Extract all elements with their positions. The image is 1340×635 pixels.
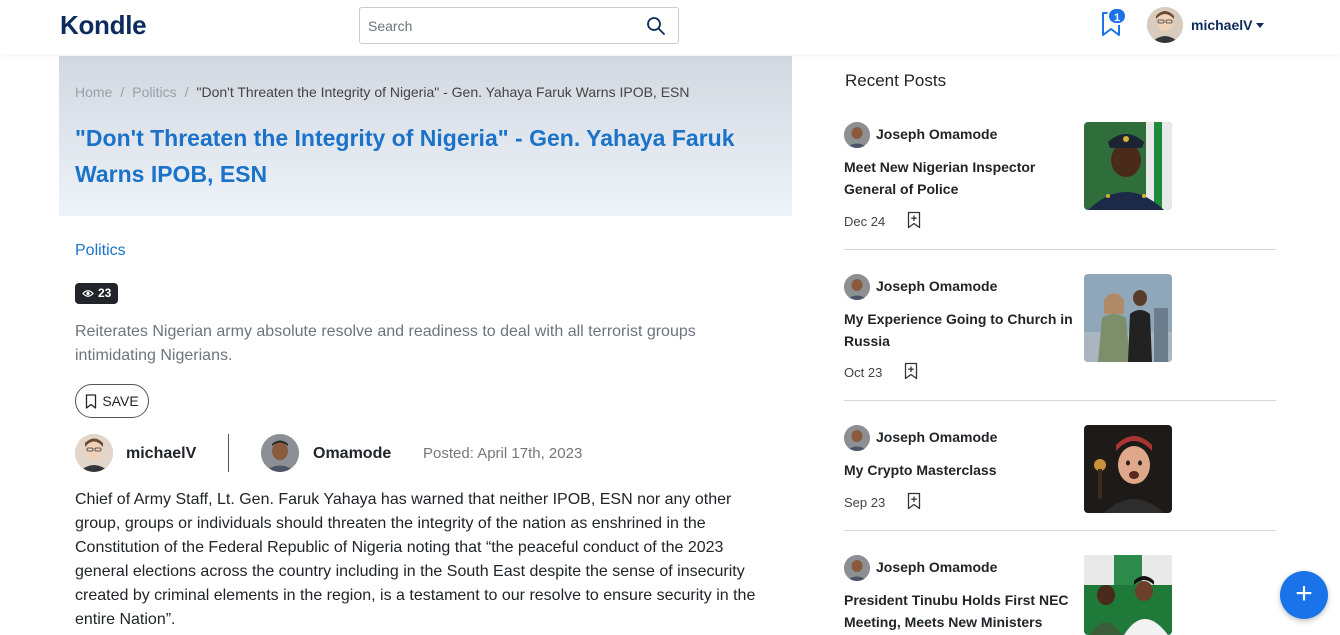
breadcrumb-home[interactable]: Home	[75, 84, 112, 100]
avatar	[1147, 7, 1183, 43]
bookmark-icon	[86, 393, 97, 409]
divider	[228, 434, 229, 472]
post-author[interactable]: Joseph Omamode	[876, 278, 997, 294]
site-logo[interactable]: Kondle	[60, 10, 147, 41]
article-header: Home / Politics / "Don't Threaten the Integr…	[59, 56, 792, 216]
search-input[interactable]	[368, 16, 638, 36]
post-author[interactable]: Joseph Omamode	[876, 559, 997, 575]
avatar[interactable]	[844, 555, 870, 581]
search-icon[interactable]	[646, 16, 666, 36]
list-item: Joseph Omamode Meet New Nigerian Inspect…	[844, 122, 1276, 250]
divider	[844, 249, 1276, 250]
post-title[interactable]: President Tinubu Holds First NEC Meeting…	[844, 589, 1084, 633]
bookmark-add-icon[interactable]	[906, 211, 922, 229]
bookmark-add-icon[interactable]	[903, 362, 919, 380]
plus-icon[interactable]: +	[1280, 571, 1328, 619]
post-thumbnail[interactable]	[1084, 274, 1172, 362]
post-author[interactable]: Joseph Omamode	[876, 429, 997, 445]
bookmark-add-icon[interactable]	[906, 492, 922, 510]
divider	[844, 400, 1276, 401]
save-label: SAVE	[102, 393, 139, 409]
post-thumbnail[interactable]	[1084, 122, 1172, 210]
breadcrumb-current: "Don't Threaten the Integrity of Nigeria…	[196, 84, 690, 100]
avatar[interactable]	[75, 434, 113, 472]
post-title[interactable]: My Experience Going to Church in Russia	[844, 308, 1084, 352]
post-title[interactable]: My Crypto Masterclass	[844, 459, 1084, 481]
save-button[interactable]: SAVE	[75, 384, 149, 418]
views-count: 23	[98, 286, 112, 300]
recent-posts-heading: Recent Posts	[845, 71, 947, 90]
post-date: Oct 23	[844, 365, 883, 380]
user-menu[interactable]: michaelV	[1147, 7, 1277, 43]
post-thumbnail[interactable]	[1084, 425, 1172, 513]
list-item: Joseph Omamode President Tinubu Holds Fi…	[844, 555, 1276, 635]
avatar[interactable]	[844, 274, 870, 300]
avatar[interactable]	[844, 122, 870, 148]
article-subtitle: Reiterates Nigerian army absolute resolv…	[75, 323, 696, 364]
breadcrumb: Home / Politics / "Don't Threaten the Integr…	[75, 84, 690, 100]
post-date: Sep 23	[844, 495, 886, 510]
avatar[interactable]	[844, 425, 870, 451]
post-date: Dec 24	[844, 214, 886, 229]
posted-date: Posted: April 17th, 2023	[423, 445, 583, 462]
views-badge: 23	[75, 283, 119, 304]
username: michaelV	[1191, 17, 1253, 33]
category-link[interactable]: Politics	[75, 242, 126, 260]
author-name[interactable]: Omamode	[313, 445, 391, 463]
top-navbar: Kondle 1 michaelV	[0, 0, 1340, 54]
avatar[interactable]	[261, 434, 299, 472]
article-body: Chief of Army Staff, Lt. Gen. Faruk Yaha…	[75, 491, 756, 628]
eye-icon	[82, 290, 94, 297]
post-title[interactable]: Meet New Nigerian Inspector General of P…	[844, 156, 1084, 200]
chevron-down-icon	[1256, 23, 1264, 28]
list-item: Joseph Omamode My Experience Going to Ch…	[844, 274, 1276, 402]
page-title: "Don't Threaten the Integrity of Nigeria…	[75, 125, 735, 187]
viewer-name[interactable]: michaelV	[126, 445, 196, 463]
post-author[interactable]: Joseph Omamode	[876, 126, 997, 142]
divider	[844, 530, 1276, 531]
bookmark-count-badge: 1	[1107, 7, 1127, 25]
post-thumbnail[interactable]	[1084, 555, 1172, 635]
list-item: Joseph Omamode My Crypto Masterclass Sep…	[844, 425, 1276, 531]
breadcrumb-category[interactable]: Politics	[132, 84, 176, 100]
author-row: michaelV Omamode Posted: April 17th, 202…	[75, 434, 775, 474]
search-box[interactable]	[359, 7, 679, 44]
